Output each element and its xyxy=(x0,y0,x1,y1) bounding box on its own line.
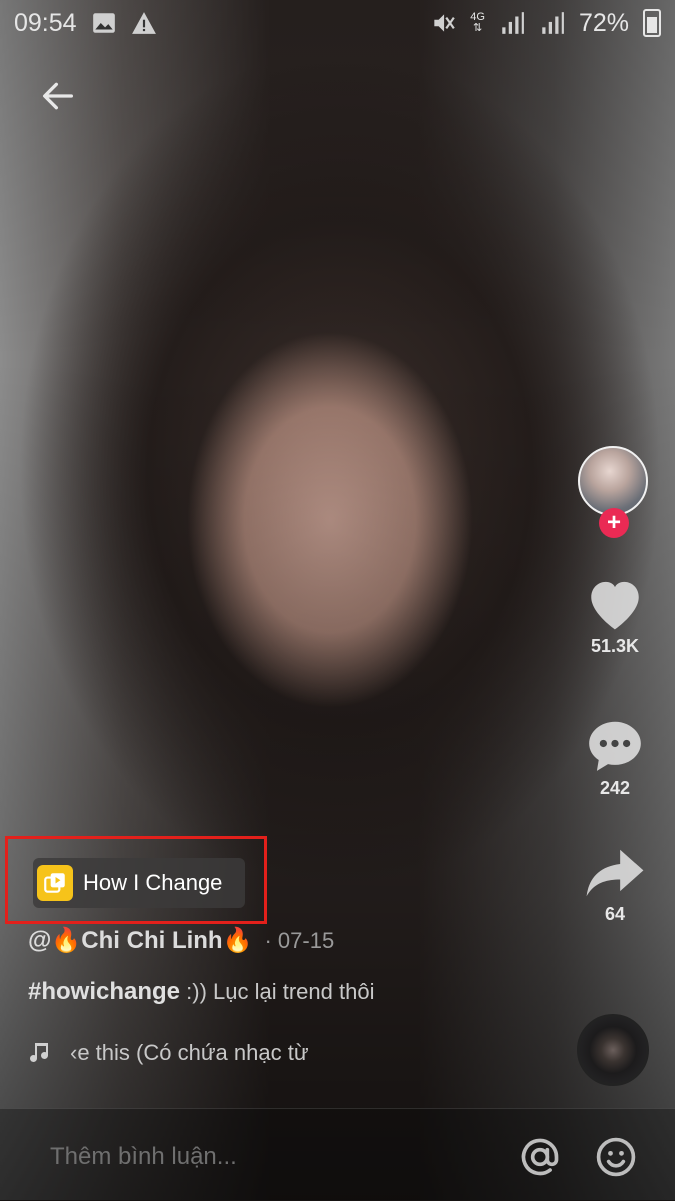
music-note-icon xyxy=(30,1043,48,1062)
status-time: 09:54 xyxy=(14,8,77,37)
mute-icon xyxy=(434,14,455,32)
video-background[interactable] xyxy=(0,0,675,1200)
creator-avatar[interactable] xyxy=(578,446,648,516)
music-disc[interactable] xyxy=(577,1014,649,1086)
comment-icon xyxy=(589,721,641,771)
like-count: 51.3K xyxy=(590,636,640,656)
like-button[interactable]: 51.3K xyxy=(578,574,652,657)
mention-button[interactable] xyxy=(518,1135,562,1179)
at-icon xyxy=(521,1138,559,1176)
highlight-box xyxy=(5,836,267,924)
comment-count: 242 xyxy=(599,778,631,798)
music-title: ‹e this (Có chứa nhạc từ xyxy=(70,1040,309,1065)
network-indicator: 4G ⇅ xyxy=(470,11,485,34)
comment-bar: Thêm bình luận... xyxy=(0,1108,675,1201)
comment-input[interactable]: Thêm bình luận... xyxy=(50,1143,237,1171)
share-count: 64 xyxy=(604,904,626,924)
music-row[interactable]: ‹e this (Có chứa nhạc từ xyxy=(28,1040,309,1066)
comment-button[interactable]: 242 xyxy=(578,716,652,799)
author-row[interactable]: @🔥Chi Chi Linh🔥 · 07-15 xyxy=(28,926,334,955)
caption-text: :)) Lục lại trend thôi xyxy=(180,979,375,1004)
hashtag-link[interactable]: #howichange xyxy=(28,978,180,1005)
post-date: · 07-15 xyxy=(264,927,335,953)
smiley-icon xyxy=(596,1137,636,1177)
battery-percent: 72% xyxy=(578,8,629,37)
back-button[interactable] xyxy=(36,74,80,118)
status-bar: 09:54 4G ⇅ 72% xyxy=(0,0,675,46)
arrow-left-icon xyxy=(43,82,74,110)
signal-icon xyxy=(502,12,524,34)
image-notification-icon xyxy=(92,13,115,33)
caption: #howichange :)) Lục lại trend thôi xyxy=(28,978,374,1006)
heart-icon xyxy=(591,581,639,630)
follow-button[interactable]: + xyxy=(599,508,629,538)
share-button[interactable]: 64 xyxy=(578,846,652,925)
signal-icon-2 xyxy=(542,12,564,34)
battery-icon xyxy=(643,9,661,37)
emoji-button[interactable] xyxy=(594,1135,638,1179)
warning-icon xyxy=(131,12,156,34)
share-arrow-icon xyxy=(586,849,644,897)
author-name[interactable]: @🔥Chi Chi Linh🔥 xyxy=(28,926,252,955)
